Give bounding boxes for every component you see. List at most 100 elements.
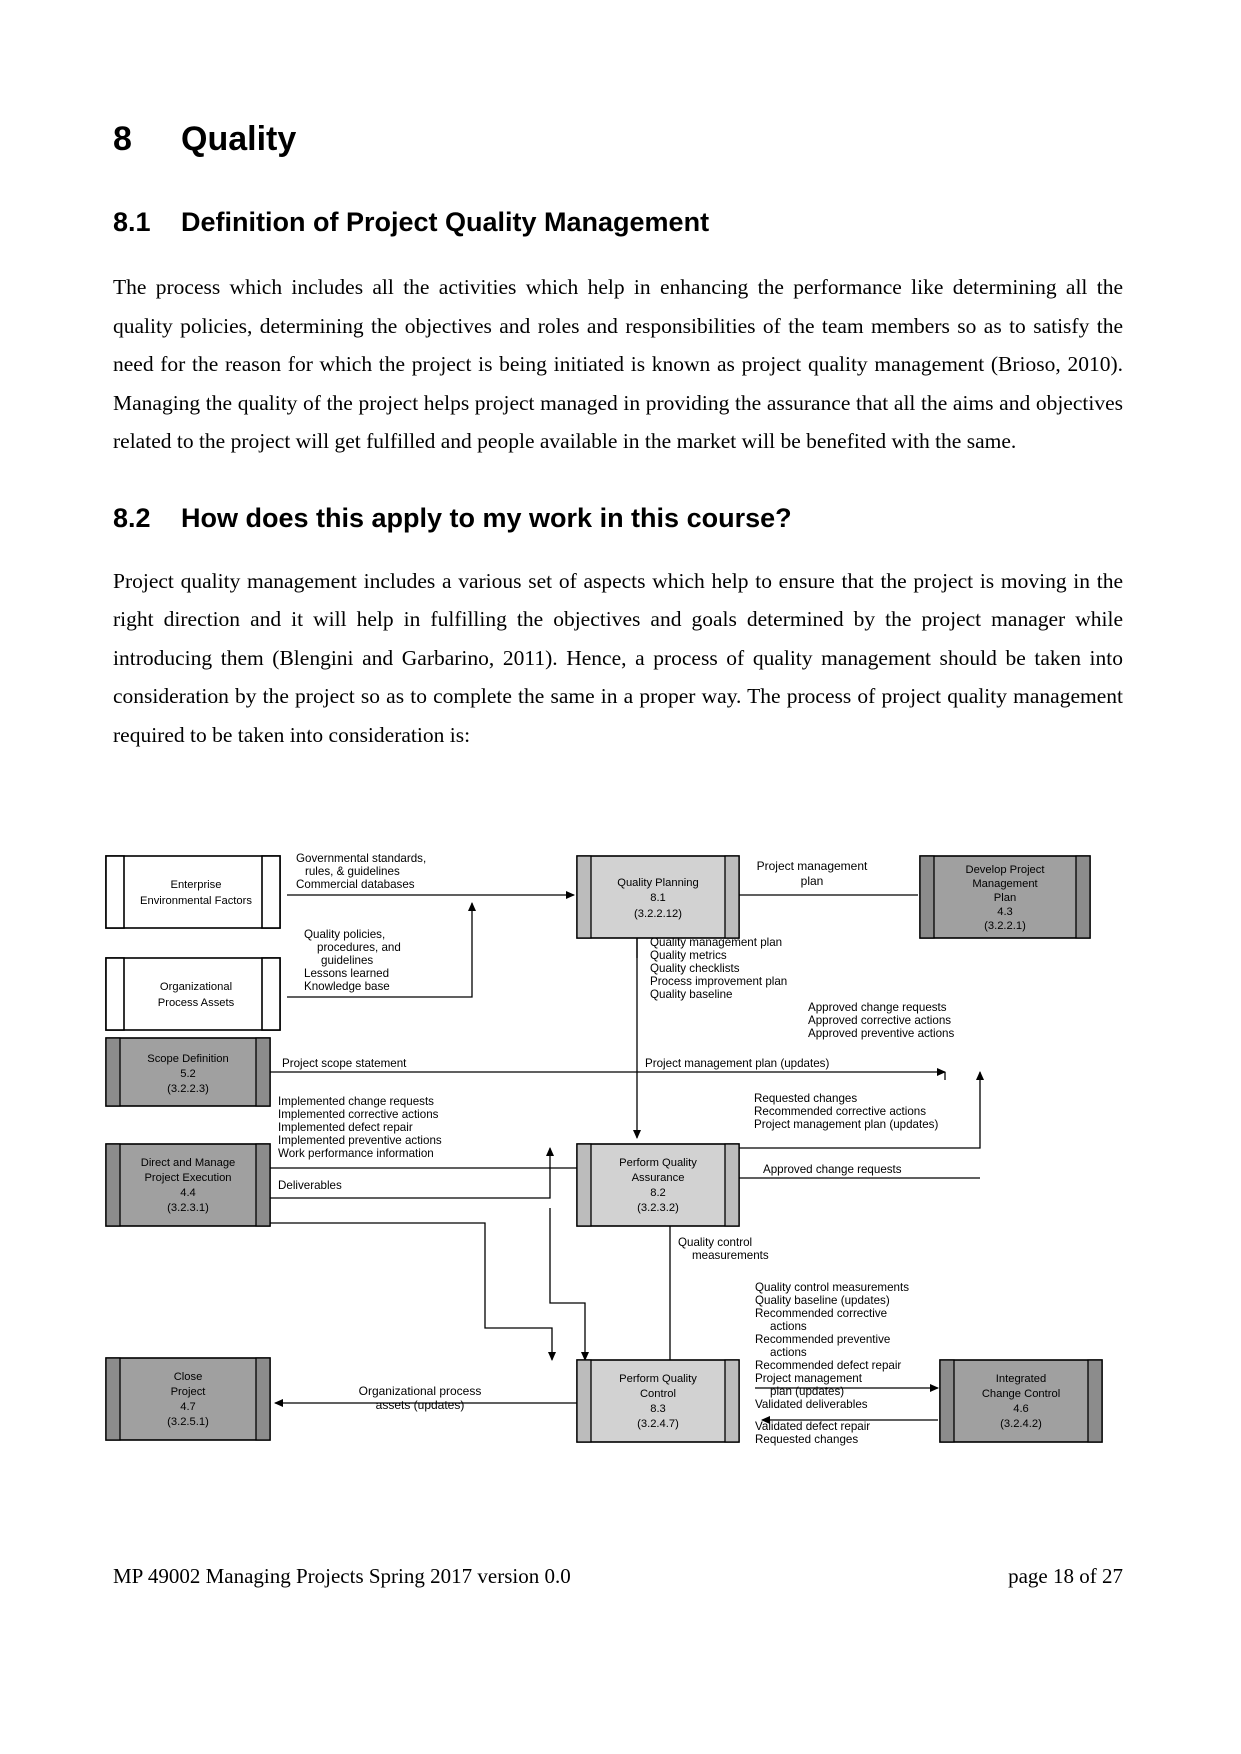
flow-label-line: Governmental standards,: [296, 852, 426, 865]
flow-label-line: guidelines: [321, 954, 373, 967]
flow-label-line: rules, & guidelines: [305, 865, 400, 878]
footer-right-text: page 18 of 27: [1008, 1564, 1123, 1588]
flow-label-line: Approved corrective actions: [808, 1014, 951, 1027]
flow-label-line: Approved change requests: [763, 1163, 902, 1176]
node-close-project[interactable]: Close Project 4.7 (3.2.5.1): [105, 1357, 271, 1441]
flow-label-governmental-standards: Governmental standards, rules, & guideli…: [296, 852, 426, 891]
node-label-line: 4.6: [1013, 1403, 1029, 1415]
node-label-line: Change Control: [982, 1388, 1060, 1400]
flow-label-line: Knowledge base: [304, 980, 390, 993]
flow-label-line: Project management: [755, 1372, 863, 1385]
section-heading-8-2: 8.2 How does this apply to my work in th…: [113, 503, 1123, 534]
flow-label-line: Quality baseline: [650, 988, 733, 1001]
flow-label-qa-outputs: Requested changes Recommended corrective…: [754, 1092, 938, 1131]
section-heading-8-2-number: 8.2: [113, 502, 151, 533]
node-label-line: Quality Planning: [617, 877, 698, 889]
node-label-line: Enterprise: [171, 879, 222, 891]
node-label-line: Develop Project: [966, 864, 1046, 876]
node-label-line: (3.2.3.1): [167, 1202, 209, 1214]
flow-label-line: actions: [770, 1320, 807, 1333]
flow-label-qc-outputs: Quality control measurements Quality bas…: [755, 1281, 909, 1411]
node-label-line: Organizational: [160, 981, 232, 993]
flow-label-line: Requested changes: [755, 1433, 858, 1446]
flow-label-line: Quality control measurements: [755, 1281, 909, 1294]
section-heading-8-1-number: 8.1: [113, 207, 151, 237]
node-label-line: (3.2.2.12): [634, 908, 682, 920]
node-label-line: (3.2.4.2): [1000, 1418, 1042, 1430]
node-label-line: Management: [972, 878, 1038, 890]
flow-label-quality-control-measurements: Quality control measurements: [678, 1236, 769, 1262]
node-label-line: 4.7: [180, 1401, 196, 1413]
flow-label-line: Recommended corrective: [755, 1307, 887, 1320]
flow-label-line: procedures, and: [317, 941, 401, 954]
flow-label-line: Requested changes: [754, 1092, 857, 1105]
flow-label-line: Quality metrics: [650, 949, 727, 962]
node-label-line: 4.4: [180, 1187, 196, 1199]
flow-label-quality-planning-outputs: Quality management plan Quality metrics …: [650, 936, 787, 1001]
document-page: 8 Quality 8.1 Definition of Project Qual…: [0, 0, 1241, 1754]
node-perform-quality-control[interactable]: Perform Quality Control 8.3 (3.2.4.7): [576, 1359, 740, 1443]
section-heading-8-1-title: Definition of Project Quality Management: [181, 207, 710, 237]
flow-label-line: Lessons learned: [304, 967, 389, 980]
flow-label-project-scope-statement: Project scope statement: [282, 1057, 407, 1070]
flow-label-line: Work performance information: [278, 1147, 434, 1160]
node-label-line: 4.3: [997, 906, 1013, 918]
section-heading-8-number: 8: [113, 120, 132, 158]
section-heading-8: 8 Quality: [113, 120, 1123, 159]
node-integrated-change-control[interactable]: Integrated Change Control 4.6 (3.2.4.2): [939, 1359, 1103, 1443]
flow-label-line: plan (updates): [770, 1385, 844, 1398]
flow-label-line: Implemented corrective actions: [278, 1108, 439, 1121]
node-label-line: Environmental Factors: [140, 895, 252, 907]
flow-label-line: Quality policies,: [304, 928, 385, 941]
project-quality-management-flow-diagram: Enterprise Environmental Factors Organiz…: [100, 848, 1130, 1488]
node-develop-project-management-plan[interactable]: Develop Project Management Plan 4.3 (3.2…: [919, 855, 1091, 939]
node-label-line: Perform Quality: [619, 1157, 697, 1169]
node-label-line: Assurance: [632, 1172, 685, 1184]
flow-label-implemented-items: Implemented change requests Implemented …: [278, 1095, 442, 1160]
flow-label-line: measurements: [692, 1249, 769, 1262]
node-enterprise-environmental-factors[interactable]: Enterprise Environmental Factors: [105, 855, 281, 929]
flow-label-line: Recommended corrective actions: [754, 1105, 926, 1118]
flow-label-line: actions: [770, 1346, 807, 1359]
flow-label-line: Implemented preventive actions: [278, 1134, 442, 1147]
flow-label-approved-change-requests-qa: Approved change requests: [763, 1163, 902, 1176]
node-label-line: Integrated: [996, 1373, 1046, 1385]
node-direct-and-manage-project-execution[interactable]: Direct and Manage Project Execution 4.4 …: [105, 1143, 271, 1227]
node-label-line: 8.1: [650, 892, 666, 904]
node-label-line: (3.2.2.3): [167, 1083, 209, 1095]
flow-label-line: Project management plan (updates): [754, 1118, 938, 1131]
flow-label-quality-policies: Quality policies, procedures, and guidel…: [304, 928, 401, 993]
flow-label-line: Recommended defect repair: [755, 1359, 901, 1372]
section-heading-8-title: Quality: [181, 120, 297, 158]
paragraph-definition: The process which includes all the activ…: [113, 275, 1123, 453]
flow-label-line: Project management: [757, 859, 868, 873]
flow-label-line: Project scope statement: [282, 1057, 407, 1070]
flow-label-approved-requests: Approved change requests Approved correc…: [808, 1001, 955, 1040]
flow-label-line: Validated deliverables: [755, 1398, 868, 1411]
flow-label-line: Project management plan (updates): [645, 1057, 829, 1070]
paragraph-application: Project quality management includes a va…: [113, 568, 1123, 747]
node-scope-definition[interactable]: Scope Definition 5.2 (3.2.2.3): [105, 1037, 271, 1107]
flow-label-line: Quality baseline (updates): [755, 1294, 890, 1307]
node-label-line: Direct and Manage: [141, 1157, 236, 1169]
section-heading-8-1: 8.1 Definition of Project Quality Manage…: [113, 207, 1123, 238]
node-quality-planning[interactable]: Quality Planning 8.1 (3.2.2.12): [576, 855, 740, 939]
section-heading-8-2-title: How does this apply to my work in this c…: [181, 502, 792, 533]
node-label-line: (3.2.3.2): [637, 1202, 679, 1214]
flow-label-line: Implemented defect repair: [278, 1121, 413, 1134]
node-label-line: 5.2: [180, 1068, 196, 1080]
flow-label-line: Implemented change requests: [278, 1095, 434, 1108]
node-organizational-process-assets[interactable]: Organizational Process Assets: [105, 957, 281, 1031]
node-label-line: Process Assets: [158, 997, 235, 1009]
node-label-line: Scope Definition: [147, 1053, 228, 1065]
node-label-line: (3.2.5.1): [167, 1416, 209, 1428]
node-label-line: (3.2.4.7): [637, 1418, 679, 1430]
node-label-line: Close: [174, 1371, 203, 1383]
flow-label-line: Validated defect repair: [755, 1420, 870, 1433]
node-label-line: Project: [171, 1386, 207, 1398]
node-label-line: Perform Quality: [619, 1373, 697, 1385]
footer-left-text: MP 49002 Managing Projects Spring 2017 v…: [113, 1564, 571, 1588]
node-perform-quality-assurance[interactable]: Perform Quality Assurance 8.2 (3.2.3.2): [576, 1143, 740, 1227]
